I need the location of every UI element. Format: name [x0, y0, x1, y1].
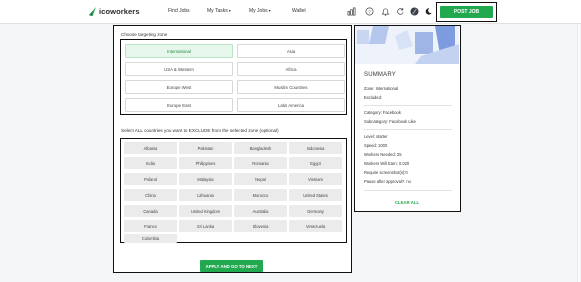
page-scrollbar[interactable] — [577, 24, 580, 282]
zone-asia[interactable]: Asia — [237, 44, 345, 58]
nav-my-jobs-label: My Jobs — [249, 8, 268, 14]
post-job-highlight: POST JOB — [436, 2, 497, 22]
country-chip[interactable]: United Kingdom — [179, 205, 232, 217]
country-chip[interactable]: Australia — [234, 205, 287, 217]
country-chip[interactable]: Malaysia — [179, 173, 232, 185]
country-chip[interactable]: France — [124, 220, 177, 232]
dark-mode-icon[interactable] — [424, 7, 433, 16]
country-options: Albania Pakistan Bangladesh Indonesia In… — [120, 138, 347, 243]
summary-panel: SUMMARY Zone: International Excluded: Ca… — [354, 25, 461, 212]
nav-my-tasks-label: My Tasks — [207, 8, 228, 14]
zone-latin-america[interactable]: Latin America — [237, 98, 345, 112]
country-chip[interactable]: China — [124, 189, 177, 201]
summary-zone: Zone: International — [364, 86, 399, 91]
country-chip[interactable]: Egypt — [289, 157, 342, 169]
country-chip[interactable]: Romania — [234, 157, 287, 169]
top-navbar: icoworkers Find Jobs My Tasks▾ My Jobs▾ … — [0, 0, 581, 24]
clear-all-button[interactable]: CLEAR ALL — [355, 200, 459, 205]
country-chip[interactable]: Slovenia — [234, 220, 287, 232]
divider — [364, 190, 452, 191]
divider — [364, 129, 452, 130]
summary-screenshots: Require screenshot(s):0 — [364, 170, 408, 175]
country-chip[interactable]: Philippines — [179, 157, 232, 169]
job-targeting-panel: Choose targeting zone International Asia… — [113, 25, 352, 273]
country-chip[interactable]: Indonesia — [289, 142, 342, 154]
chevron-down-icon: ▾ — [268, 8, 271, 13]
zone-europe-west[interactable]: Europe West — [125, 80, 233, 94]
pricing-icon[interactable] — [347, 7, 356, 16]
summary-level: Level: starter — [364, 134, 388, 139]
summary-workers-earn: Workers Will Earn: 0.020 — [364, 161, 410, 166]
country-chip[interactable]: Albania — [124, 142, 177, 154]
zone-usa-western[interactable]: USA & Western — [125, 62, 233, 76]
apply-and-next-button[interactable]: APPLY AND GO TO NEXT — [200, 260, 263, 272]
country-chip[interactable]: Sri Lanka — [179, 220, 232, 232]
country-chip[interactable]: Morocco — [234, 189, 287, 201]
country-chip[interactable]: Colombia — [124, 234, 177, 243]
country-chip[interactable]: Poland — [124, 173, 177, 185]
country-chip[interactable]: Nepal — [234, 173, 287, 185]
country-chip[interactable]: Bangladesh — [234, 142, 287, 154]
zone-europe-east[interactable]: Europe East — [125, 98, 233, 112]
zone-muslim-countries[interactable]: Muslim Countries — [237, 80, 345, 94]
notification-icon[interactable] — [381, 7, 390, 16]
chevron-down-icon: ▾ — [228, 8, 231, 13]
summary-subcategory: Subcategory: Facebook Like — [364, 119, 416, 124]
svg-text:?: ? — [368, 9, 371, 14]
nav-my-tasks[interactable]: My Tasks▾ — [207, 8, 231, 14]
nav-wallet-label: Wallet — [292, 8, 306, 14]
logo-text: icoworkers — [99, 7, 140, 16]
summary-excluded: Excluded: — [364, 95, 382, 100]
nav-find-jobs-label: Find Jobs — [168, 8, 190, 14]
country-chip[interactable]: Lithuania — [179, 189, 232, 201]
country-chip[interactable]: Vietnam — [289, 173, 342, 185]
zone-international[interactable]: International — [125, 44, 233, 58]
summary-banner-illustration — [355, 26, 459, 64]
country-chip[interactable]: India — [124, 157, 177, 169]
country-chip[interactable]: United States — [289, 189, 342, 201]
help-icon[interactable]: ? — [365, 7, 374, 16]
country-chip[interactable]: Germany — [289, 205, 342, 217]
country-chip[interactable]: Canada — [124, 205, 177, 217]
targeting-zone-title: Choose targeting zone — [121, 32, 168, 37]
summary-category: Category: Facebook — [364, 110, 401, 115]
divider — [364, 105, 452, 106]
refresh-icon[interactable] — [396, 7, 405, 16]
country-chip[interactable]: Pakistan — [179, 142, 232, 154]
summary-workers-needed: Workers Needed: 25 — [364, 152, 402, 157]
logo-leaf-icon — [88, 7, 97, 16]
nav-wallet[interactable]: Wallet — [292, 8, 306, 14]
zone-options: International Asia USA & Western Africa … — [120, 39, 347, 115]
summary-speed: Speed: 1000 — [364, 143, 388, 148]
zone-africa[interactable]: Africa — [237, 62, 345, 76]
country-chip[interactable]: Venezuela — [289, 220, 342, 232]
avatar[interactable] — [410, 7, 419, 16]
summary-title: SUMMARY — [364, 72, 396, 78]
nav-my-jobs[interactable]: My Jobs▾ — [249, 8, 271, 14]
post-job-button[interactable]: POST JOB — [440, 6, 493, 18]
logo[interactable]: icoworkers — [88, 6, 140, 17]
nav-find-jobs[interactable]: Find Jobs — [168, 8, 190, 14]
summary-pause: Pause after approval?: no — [364, 179, 411, 184]
exclude-countries-title: Select ALL countries you want to EXCLUDE… — [121, 128, 279, 133]
